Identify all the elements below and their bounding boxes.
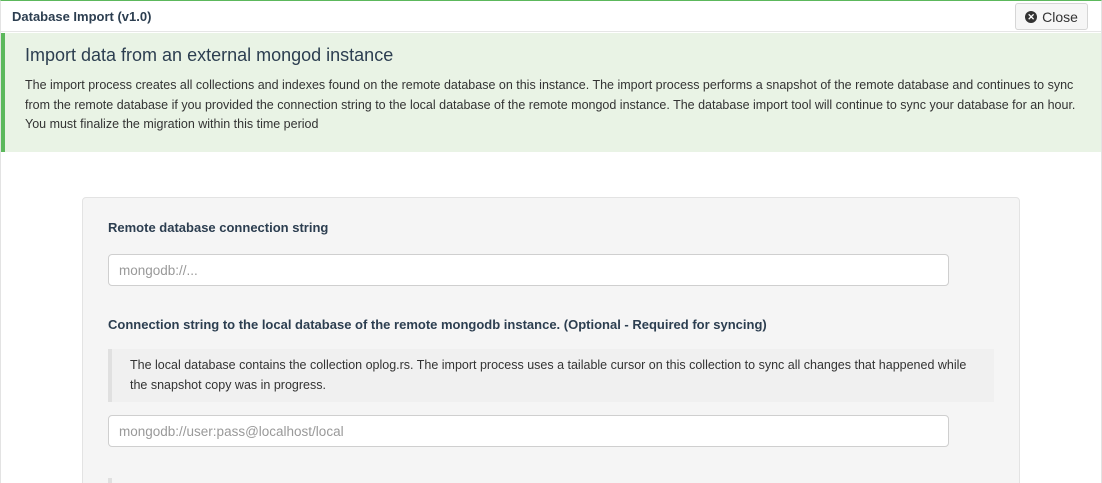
local-connection-input[interactable]: [108, 415, 949, 447]
next-note-border: [108, 478, 112, 483]
dialog-titlebar: Database Import (v1.0) ✕ Close: [1, 1, 1101, 32]
info-banner: Import data from an external mongod inst…: [1, 33, 1101, 152]
oplog-note: The local database contains the collecti…: [108, 349, 994, 402]
remote-connection-label: Remote database connection string: [108, 220, 329, 235]
banner-title: Import data from an external mongod inst…: [25, 45, 394, 65]
import-form-panel: Remote database connection string Connec…: [82, 197, 1020, 483]
dialog-title: Database Import (v1.0): [12, 9, 152, 24]
local-connection-label: Connection string to the local database …: [108, 317, 767, 332]
remote-connection-input[interactable]: [108, 254, 949, 286]
times-circle-icon: ✕: [1025, 10, 1038, 23]
banner-description: The import process creates all collectio…: [25, 78, 1076, 131]
close-button-label: Close: [1042, 8, 1078, 25]
database-import-dialog: Database Import (v1.0) ✕ Close Import da…: [0, 0, 1102, 483]
close-button[interactable]: ✕ Close: [1015, 3, 1088, 30]
